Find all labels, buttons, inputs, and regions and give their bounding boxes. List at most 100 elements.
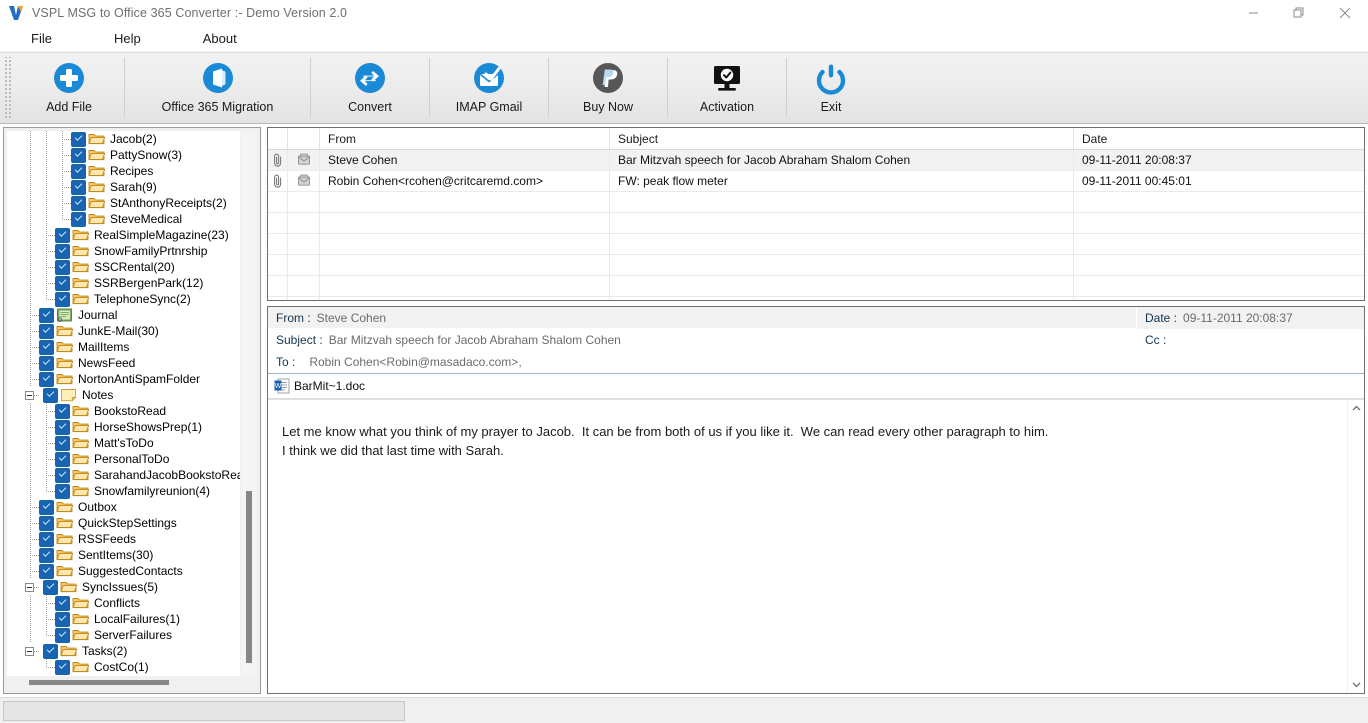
tree-item-checkbox[interactable] xyxy=(55,291,70,307)
tree-item-checkbox[interactable] xyxy=(55,611,70,627)
tree-item-checkbox[interactable] xyxy=(55,483,70,499)
column-header-icon[interactable] xyxy=(288,128,320,149)
tree-item[interactable]: SteveMedical xyxy=(7,211,240,227)
tree-item[interactable]: StAnthonyReceipts(2) xyxy=(7,195,240,211)
tree-item[interactable]: PersonalToDo xyxy=(7,451,240,467)
tree-item[interactable]: QuickStepSettings xyxy=(7,515,240,531)
tree-expander-collapse-icon[interactable] xyxy=(23,579,39,595)
tree-item[interactable]: SyncIssues(5) xyxy=(7,579,240,595)
menu-help[interactable]: Help xyxy=(105,28,150,49)
tree-item[interactable]: Matt'sToDo xyxy=(7,435,240,451)
tree-item[interactable]: CostCo(1) xyxy=(7,659,240,675)
tree-item-checkbox[interactable] xyxy=(39,307,54,323)
tree-item[interactable]: RealSimpleMagazine(23) xyxy=(7,227,240,243)
minimize-button[interactable] xyxy=(1230,0,1276,26)
toolbar-button-exit[interactable]: Exit xyxy=(787,53,875,123)
tree-item[interactable]: NewsFeed xyxy=(7,355,240,371)
folder-tree-vertical-thumb[interactable] xyxy=(246,491,252,663)
close-button[interactable] xyxy=(1322,0,1368,26)
tree-item-checkbox[interactable] xyxy=(43,643,58,659)
toolbar-button-office-365-migration[interactable]: Office 365 Migration xyxy=(125,53,310,123)
message-row[interactable]: Robin Cohen<rcohen@critcaremd.com> FW: pe… xyxy=(268,170,1364,192)
tree-item-checkbox[interactable] xyxy=(55,659,70,675)
tree-item[interactable]: MailItems xyxy=(7,339,240,355)
tree-item-checkbox[interactable] xyxy=(39,355,54,371)
tree-item[interactable]: Recipes xyxy=(7,163,240,179)
tree-item[interactable]: HorseShowsPrep(1) xyxy=(7,419,240,435)
attachment-name[interactable]: BarMit~1.doc xyxy=(294,379,365,393)
tree-item[interactable]: Sarah(9) xyxy=(7,179,240,195)
tree-item-checkbox[interactable] xyxy=(39,323,54,339)
tree-item[interactable]: Jacob(2) xyxy=(7,131,240,147)
tree-item[interactable]: Notes xyxy=(7,387,240,403)
tree-item-checkbox[interactable] xyxy=(55,435,70,451)
tree-item-checkbox[interactable] xyxy=(55,259,70,275)
tree-item-checkbox[interactable] xyxy=(71,131,86,147)
tree-item-checkbox[interactable] xyxy=(39,371,54,387)
tree-item-checkbox[interactable] xyxy=(71,179,86,195)
tree-expander-collapse-icon[interactable] xyxy=(23,387,39,403)
tree-item-checkbox[interactable] xyxy=(55,467,70,483)
tree-item-checkbox[interactable] xyxy=(55,227,70,243)
toolbar-button-imap-gmail[interactable]: IMAP Gmail xyxy=(430,53,548,123)
toolbar-button-buy-now[interactable]: Buy Now xyxy=(549,53,667,123)
tree-item-checkbox[interactable] xyxy=(55,403,70,419)
scroll-up-chevron-icon[interactable] xyxy=(1348,400,1364,417)
tree-item-checkbox[interactable] xyxy=(71,163,86,179)
tree-item-checkbox[interactable] xyxy=(55,419,70,435)
tree-item-checkbox[interactable] xyxy=(39,499,54,515)
menu-file[interactable]: File xyxy=(22,28,61,49)
menu-about[interactable]: About xyxy=(194,28,246,49)
tree-item[interactable]: SSRBergenPark(12) xyxy=(7,275,240,291)
folder-tree-horizontal-thumb[interactable] xyxy=(29,680,169,685)
column-header-subject[interactable]: Subject xyxy=(610,128,1074,149)
toolbar-button-convert[interactable]: Convert xyxy=(311,53,429,123)
tree-item-checkbox[interactable] xyxy=(71,195,86,211)
tree-item-checkbox[interactable] xyxy=(55,627,70,643)
column-header-from[interactable]: From xyxy=(320,128,610,149)
tree-item-checkbox[interactable] xyxy=(43,387,58,403)
tree-item[interactable]: Outbox xyxy=(7,499,240,515)
tree-item[interactable]: LocalFailures(1) xyxy=(7,611,240,627)
tree-item[interactable]: SarahandJacobBookstoRead xyxy=(7,467,240,483)
tree-item[interactable]: SuggestedContacts xyxy=(7,563,240,579)
tree-item[interactable]: NortonAntiSpamFolder xyxy=(7,371,240,387)
tree-item[interactable]: BookstoRead xyxy=(7,403,240,419)
column-header-date[interactable]: Date xyxy=(1074,128,1364,149)
tree-item-checkbox[interactable] xyxy=(71,211,86,227)
message-body-vertical-scrollbar[interactable] xyxy=(1347,400,1364,693)
toolbar-grip[interactable] xyxy=(3,57,12,119)
tree-item-checkbox[interactable] xyxy=(55,595,70,611)
message-row[interactable]: Steve Cohen Bar Mitzvah speech for Jacob … xyxy=(268,149,1364,171)
tree-item-checkbox[interactable] xyxy=(39,515,54,531)
toolbar-button-activation[interactable]: Activation xyxy=(668,53,786,123)
tree-item-checkbox[interactable] xyxy=(39,547,54,563)
tree-item[interactable]: SentItems(30) xyxy=(7,547,240,563)
tree-item[interactable]: Conflicts xyxy=(7,595,240,611)
tree-item-checkbox[interactable] xyxy=(39,531,54,547)
column-header-attachment[interactable] xyxy=(268,128,288,149)
tree-item[interactable]: TelephoneSync(2) xyxy=(7,291,240,307)
maximize-button[interactable] xyxy=(1276,0,1322,26)
tree-item[interactable]: Snowfamilyreunion(4) xyxy=(7,483,240,499)
tree-item-checkbox[interactable] xyxy=(71,147,86,163)
tree-expander-collapse-icon[interactable] xyxy=(23,643,39,659)
tree-item[interactable]: RSSFeeds xyxy=(7,531,240,547)
folder-tree-horizontal-scrollbar[interactable] xyxy=(7,676,257,690)
tree-item[interactable]: PattySnow(3) xyxy=(7,147,240,163)
tree-item-checkbox[interactable] xyxy=(55,243,70,259)
tree-item[interactable]: Journal xyxy=(7,307,240,323)
tree-item-checkbox[interactable] xyxy=(39,563,54,579)
tree-item[interactable]: SSCRental(20) xyxy=(7,259,240,275)
folder-tree-vertical-scrollbar[interactable] xyxy=(240,131,257,676)
tree-item[interactable]: JunkE-Mail(30) xyxy=(7,323,240,339)
tree-item-checkbox[interactable] xyxy=(43,579,58,595)
scroll-down-chevron-icon[interactable] xyxy=(1348,676,1364,693)
tree-item[interactable]: SnowFamilyPrtnrship xyxy=(7,243,240,259)
tree-item-checkbox[interactable] xyxy=(55,451,70,467)
tree-item[interactable]: ServerFailures xyxy=(7,627,240,643)
tree-item-checkbox[interactable] xyxy=(55,275,70,291)
tree-item[interactable]: Tasks(2) xyxy=(7,643,240,659)
tree-item-checkbox[interactable] xyxy=(39,339,54,355)
toolbar-button-add-file[interactable]: Add File xyxy=(14,53,124,123)
